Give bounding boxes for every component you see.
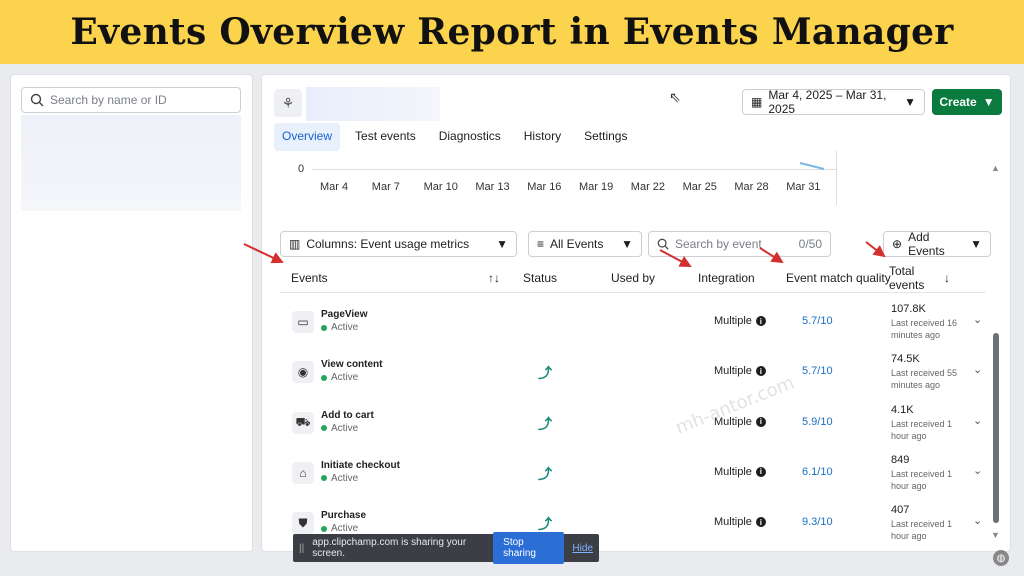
arrow-total [865, 241, 886, 258]
screen-area: Search by name or ID ⚘ ⇖ ▦ Mar 4, 2025 –… [0, 64, 1024, 576]
globe-icon[interactable]: ◍ [993, 550, 1009, 566]
title-banner: Events Overview Report in Events Manager [0, 0, 1024, 64]
drag-handle-icon[interactable]: || [299, 543, 304, 554]
hide-link[interactable]: Hide [572, 543, 593, 554]
share-message: app.clipchamp.com is sharing your screen… [312, 537, 467, 559]
annotation-arrows [243, 241, 886, 267]
stop-sharing-button[interactable]: Stop sharing [493, 532, 565, 564]
arrow-integration [659, 249, 692, 267]
screen-share-bar: || app.clipchamp.com is sharing your scr… [293, 532, 599, 564]
arrow-events [243, 243, 284, 264]
banner-title: Events Overview Report in Events Manager [70, 11, 954, 53]
arrow-emq [759, 247, 784, 264]
